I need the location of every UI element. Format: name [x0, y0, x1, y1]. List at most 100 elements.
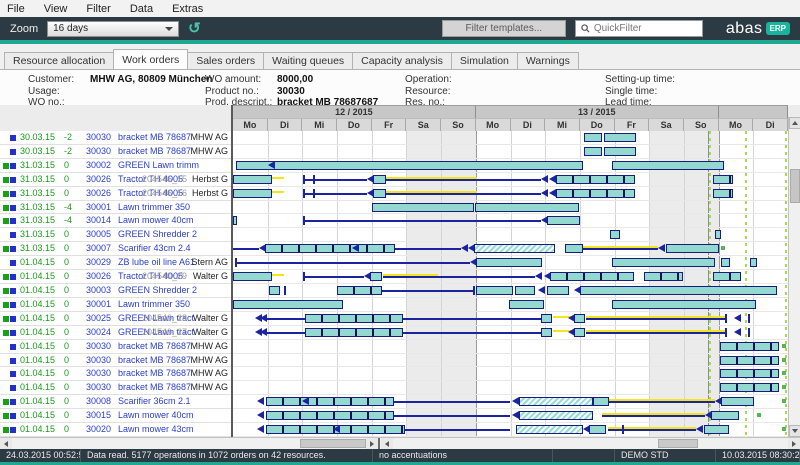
work-order-row[interactable]: 01.04.15030008Scarifier 36cm 2.1 [0, 395, 231, 409]
gantt-bar[interactable] [233, 300, 343, 309]
work-order-row[interactable]: 31.03.15-430001Lawn trimmer 350 [0, 201, 231, 215]
menu-item-file[interactable]: File [7, 3, 25, 15]
gantt-bar[interactable] [565, 244, 583, 253]
work-order-row[interactable]: 01.04.15030015Lawn mower 40cm [0, 409, 231, 423]
work-order-row[interactable]: 01.04.15030003GREEN Shredder 2 [0, 284, 231, 298]
work-order-row[interactable]: 31.03.15030005GREEN Shredder 2 [0, 228, 231, 242]
gantt-bar[interactable] [547, 216, 580, 225]
work-order-row[interactable]: 30.03.15-230030bracket MB 78687MHW AG [0, 131, 231, 145]
gantt-segmented-bar[interactable] [265, 244, 394, 253]
table-scroll-right-button[interactable] [366, 438, 378, 449]
vertical-scroll-thumb[interactable] [790, 169, 800, 203]
gantt-hatched-bar[interactable] [474, 244, 554, 253]
work-order-row[interactable]: 01.04.15030024GREEN Lawn tract204540_27W… [0, 326, 231, 340]
work-order-row[interactable]: 01.04.15030025GREEN Lawn tract204540_28W… [0, 312, 231, 326]
gantt-segmented-bar[interactable] [713, 272, 741, 281]
menu-item-filter[interactable]: Filter [86, 3, 110, 15]
gantt-segmented-bar[interactable] [720, 369, 778, 378]
work-order-row[interactable]: 31.03.15030026Tractor TH 4005204546_15He… [0, 173, 231, 187]
gantt-bar[interactable] [715, 230, 721, 239]
gantt-hatched-bar[interactable] [519, 397, 593, 406]
gantt-bar[interactable] [476, 286, 514, 295]
gantt-bar[interactable] [612, 161, 724, 170]
gantt-bar[interactable] [233, 272, 272, 281]
tab-work-orders[interactable]: Work orders [113, 49, 188, 69]
gantt-scroll-left-button[interactable] [381, 438, 393, 449]
work-order-row[interactable]: 01.04.15030030bracket MB 78687MHW AG [0, 340, 231, 354]
gantt-bar[interactable] [704, 425, 729, 434]
gantt-bar[interactable] [666, 244, 719, 253]
table-scroll-left-button[interactable] [0, 438, 12, 449]
gantt-segmented-bar[interactable] [720, 342, 778, 351]
tab-waiting-queues[interactable]: Waiting queues [263, 52, 353, 69]
gantt-bar[interactable] [233, 175, 272, 184]
work-order-row[interactable]: 01.04.15030026Tractor TH 4005204540_29Wa… [0, 270, 231, 284]
menu-item-view[interactable]: View [44, 3, 68, 15]
gantt-segmented-bar[interactable] [556, 189, 635, 198]
tab-capacity-analysis[interactable]: Capacity analysis [352, 52, 452, 69]
tab-resource-allocation[interactable]: Resource allocation [4, 52, 114, 69]
gantt-bar[interactable] [574, 314, 585, 323]
gantt-bar[interactable] [372, 203, 475, 212]
gantt-segmented-bar[interactable] [305, 314, 403, 323]
gantt-scroll-right-button[interactable] [788, 438, 800, 449]
gantt-bar[interactable] [589, 425, 606, 434]
tab-simulation[interactable]: Simulation [451, 52, 518, 69]
scroll-up-button[interactable] [789, 117, 800, 129]
work-order-row[interactable]: 31.03.15030026Tractor TH 4005204546_16He… [0, 187, 231, 201]
gantt-bar[interactable] [721, 258, 729, 267]
work-order-row[interactable]: 31.03.15030002GREEN Lawn trimm [0, 159, 231, 173]
gantt-hatched-bar[interactable] [519, 411, 593, 420]
gantt-bar[interactable] [236, 161, 583, 170]
gantt-bar[interactable] [612, 300, 756, 309]
gantt-segmented-bar[interactable] [550, 272, 633, 281]
work-order-row[interactable]: 30.03.15-230030bracket MB 78687MHW AG [0, 145, 231, 159]
gantt-segmented-bar[interactable] [266, 411, 394, 420]
work-order-row[interactable]: 31.03.15030007Scarifier 43cm 2.4 [0, 242, 231, 256]
work-order-row[interactable]: 31.03.15-430014Lawn mower 40cm [0, 214, 231, 228]
gantt-bar[interactable] [612, 258, 716, 267]
gantt-bar[interactable] [233, 216, 237, 225]
gantt-scroll-thumb[interactable] [658, 439, 698, 448]
gantt-bar[interactable] [604, 133, 636, 142]
gantt-bar[interactable] [610, 230, 620, 239]
gantt-segmented-bar[interactable] [713, 175, 733, 184]
gantt-bar[interactable] [370, 272, 382, 281]
gantt-bar[interactable] [584, 147, 602, 156]
menu-item-extras[interactable]: Extras [172, 3, 203, 15]
filter-templates-button[interactable]: Filter templates... [442, 20, 566, 37]
gantt-bar[interactable] [711, 411, 739, 420]
gantt-bar[interactable] [373, 189, 385, 198]
gantt-segmented-bar[interactable] [556, 175, 635, 184]
zoom-range-select[interactable]: 16 days [47, 21, 179, 37]
gantt-bar[interactable] [593, 397, 610, 406]
gantt-bar[interactable] [476, 258, 543, 267]
tab-sales-orders[interactable]: Sales orders [187, 52, 264, 69]
gantt-bar[interactable] [541, 328, 552, 337]
gantt-bar[interactable] [574, 328, 585, 337]
work-order-row[interactable]: 01.04.15030030bracket MB 78687MHW AG [0, 381, 231, 395]
gantt-segmented-bar[interactable] [266, 397, 394, 406]
work-order-row[interactable]: 01.04.15030020Lawn mower 43cm [0, 423, 231, 437]
gantt-bar[interactable] [580, 286, 777, 295]
vertical-scrollbar[interactable] [788, 117, 800, 437]
undo-icon[interactable]: ↺ [188, 22, 201, 36]
gantt-bar[interactable] [233, 189, 272, 198]
gantt-bar[interactable] [721, 397, 753, 406]
scroll-down-button[interactable] [789, 425, 800, 437]
gantt-bar[interactable] [373, 175, 385, 184]
gantt-segmented-bar[interactable] [644, 272, 683, 281]
gantt-bar[interactable] [475, 203, 579, 212]
gantt-bar[interactable] [750, 258, 757, 267]
tab-warnings[interactable]: Warnings [517, 52, 579, 69]
gantt-hatched-bar[interactable] [516, 425, 583, 434]
gantt-bar[interactable] [515, 286, 535, 295]
table-scroll-thumb[interactable] [300, 439, 366, 448]
quickfilter-input[interactable]: QuickFilter [575, 20, 703, 37]
work-order-row[interactable]: 01.04.15030030bracket MB 78687MHW AG [0, 354, 231, 368]
gantt-bar[interactable] [547, 286, 569, 295]
gantt-segmented-bar[interactable] [337, 286, 381, 295]
work-order-row[interactable]: 01.04.15030001Lawn trimmer 350 [0, 298, 231, 312]
gantt-segmented-bar[interactable] [720, 356, 778, 365]
gantt-bar[interactable] [509, 300, 544, 309]
